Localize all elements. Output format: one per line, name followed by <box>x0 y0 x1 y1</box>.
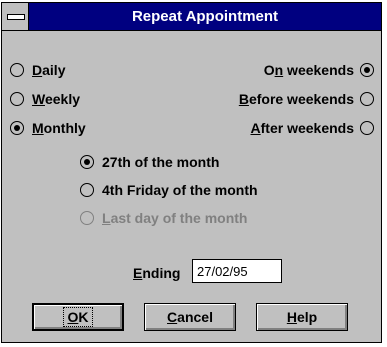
help-button[interactable]: Help <box>256 303 348 331</box>
radio-4th-friday-circle[interactable] <box>80 183 94 197</box>
radio-monthly[interactable]: Monthly <box>10 118 86 138</box>
title-bar: Repeat Appointment <box>2 3 381 31</box>
radio-weekly-circle[interactable] <box>10 92 24 106</box>
radio-before-weekends-label: Before weekends <box>238 91 354 107</box>
radio-after-weekends[interactable]: After weekends <box>250 118 374 138</box>
radio-on-weekends-circle[interactable] <box>360 63 374 77</box>
radio-27th-of-month[interactable]: 27th of the month <box>80 152 219 172</box>
radio-4th-friday[interactable]: 4th Friday of the month <box>80 180 258 200</box>
radio-weekly-label: Weekly <box>32 91 81 107</box>
radio-daily-label: Daily <box>32 62 66 78</box>
radio-before-weekends[interactable]: Before weekends <box>239 89 374 109</box>
radio-after-weekends-label: After weekends <box>250 120 355 136</box>
ending-date-input[interactable] <box>192 259 282 283</box>
radio-27th-label: 27th of the month <box>102 154 220 170</box>
radio-weekly[interactable]: Weekly <box>10 89 80 109</box>
repeat-appointment-dialog: Repeat Appointment Daily Weekly Monthly … <box>1 2 382 343</box>
ending-label: Ending <box>133 265 181 281</box>
window-title: Repeat Appointment <box>131 8 279 25</box>
cancel-button-label: Cancel <box>167 309 213 325</box>
radio-4th-friday-label: 4th Friday of the month <box>102 182 258 198</box>
ok-button[interactable]: OK <box>32 303 124 331</box>
radio-after-weekends-circle[interactable] <box>360 121 374 135</box>
radio-last-day-circle <box>80 211 94 225</box>
cancel-button[interactable]: Cancel <box>144 303 236 331</box>
system-menu-icon[interactable] <box>2 3 29 30</box>
radio-daily[interactable]: Daily <box>10 60 65 80</box>
radio-daily-circle[interactable] <box>10 63 24 77</box>
radio-27th-circle[interactable] <box>80 155 94 169</box>
radio-last-day: Last day of the month <box>80 208 247 228</box>
radio-on-weekends[interactable]: On weekends <box>264 60 374 80</box>
radio-before-weekends-circle[interactable] <box>360 92 374 106</box>
radio-on-weekends-label: On weekends <box>263 62 354 78</box>
help-button-label: Help <box>286 309 318 325</box>
radio-monthly-label: Monthly <box>32 120 86 136</box>
radio-last-day-label: Last day of the month <box>102 210 248 226</box>
radio-monthly-circle[interactable] <box>10 121 24 135</box>
ok-button-label: OK <box>63 307 93 327</box>
